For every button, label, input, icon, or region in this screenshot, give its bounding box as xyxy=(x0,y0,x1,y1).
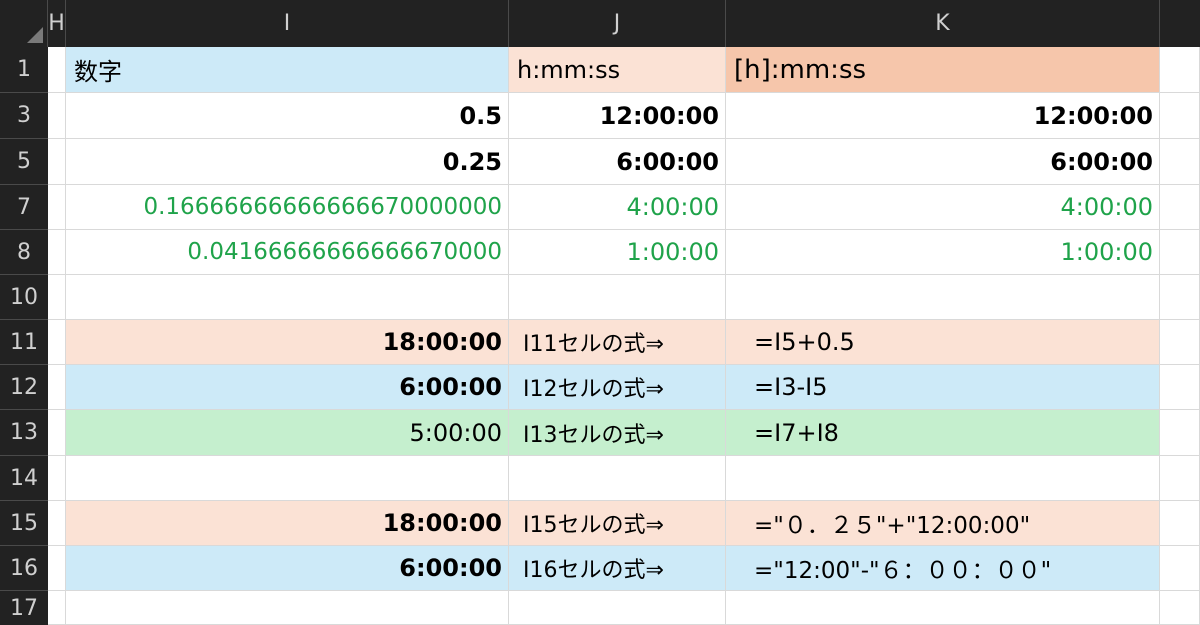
cell-j3[interactable]: 12:00:00 xyxy=(509,93,726,139)
table-row: 6:00:00 I12セルの式⇒ =I3-I5 xyxy=(48,365,1200,410)
cell-h10[interactable] xyxy=(48,275,66,320)
table-row: 6:00:00 I16セルの式⇒ ="12:00"-"６：００：００" xyxy=(48,546,1200,591)
cell-h17[interactable] xyxy=(48,591,66,625)
cell-l8[interactable] xyxy=(1160,230,1200,275)
row-header-12[interactable]: 12 xyxy=(0,365,48,410)
cell-k8[interactable]: 1:00:00 xyxy=(726,230,1160,275)
row-header-17[interactable]: 17 xyxy=(0,591,48,625)
row-header-11[interactable]: 11 xyxy=(0,320,48,365)
table-row: 数字 h:mm:ss [h]:mm:ss xyxy=(48,47,1200,93)
table-row: 18:00:00 I11セルの式⇒ =I5+0.5 xyxy=(48,320,1200,365)
table-row: 5:00:00 I13セルの式⇒ =I7+I8 xyxy=(48,410,1200,456)
cell-l14[interactable] xyxy=(1160,456,1200,501)
cell-l10[interactable] xyxy=(1160,275,1200,320)
select-all-triangle-icon xyxy=(27,27,43,43)
cell-k10[interactable] xyxy=(726,275,1160,320)
cell-l5[interactable] xyxy=(1160,139,1200,185)
table-row: 0.04166666666666670000 1:00:00 1:00:00 xyxy=(48,230,1200,275)
cell-k14[interactable] xyxy=(726,456,1160,501)
cell-k5[interactable]: 6:00:00 xyxy=(726,139,1160,185)
cell-k16[interactable]: ="12:00"-"６：００：００" xyxy=(726,546,1160,591)
cell-l1[interactable] xyxy=(1160,47,1200,93)
column-header-h[interactable]: H xyxy=(48,0,66,47)
cell-h3[interactable] xyxy=(48,93,66,139)
cell-l3[interactable] xyxy=(1160,93,1200,139)
cell-i11[interactable]: 18:00:00 xyxy=(66,320,509,365)
table-row xyxy=(48,275,1200,320)
table-row: 18:00:00 I15セルの式⇒ ="０．２５"+"12:00:00" xyxy=(48,501,1200,546)
table-row: 0.16666666666666670000000 4:00:00 4:00:0… xyxy=(48,185,1200,230)
cell-k7[interactable]: 4:00:00 xyxy=(726,185,1160,230)
select-all-corner[interactable] xyxy=(0,0,48,47)
cell-h7[interactable] xyxy=(48,185,66,230)
cell-i10[interactable] xyxy=(66,275,509,320)
cell-h15[interactable] xyxy=(48,501,66,546)
spreadsheet: H I J K 1 3 5 7 8 10 11 12 13 14 15 16 1… xyxy=(0,0,1200,625)
cell-i12[interactable]: 6:00:00 xyxy=(66,365,509,410)
cell-k17[interactable] xyxy=(726,591,1160,625)
row-header-8[interactable]: 8 xyxy=(0,230,48,275)
cell-i7[interactable]: 0.16666666666666670000000 xyxy=(66,185,509,230)
cell-i3[interactable]: 0.5 xyxy=(66,93,509,139)
table-row: 0.5 12:00:00 12:00:00 xyxy=(48,93,1200,139)
cell-k15[interactable]: ="０．２５"+"12:00:00" xyxy=(726,501,1160,546)
row-header-3[interactable]: 3 xyxy=(0,93,48,139)
cell-j11[interactable]: I11セルの式⇒ xyxy=(509,320,726,365)
row-header-1[interactable]: 1 xyxy=(0,47,48,93)
cell-h13[interactable] xyxy=(48,410,66,456)
cell-i5[interactable]: 0.25 xyxy=(66,139,509,185)
cell-i13[interactable]: 5:00:00 xyxy=(66,410,509,456)
cell-j16[interactable]: I16セルの式⇒ xyxy=(509,546,726,591)
cell-i14[interactable] xyxy=(66,456,509,501)
row-header-15[interactable]: 15 xyxy=(0,501,48,546)
cell-h11[interactable] xyxy=(48,320,66,365)
column-header-j[interactable]: J xyxy=(509,0,726,47)
cell-i1[interactable]: 数字 xyxy=(66,47,509,93)
cell-l13[interactable] xyxy=(1160,410,1200,456)
row-header-10[interactable]: 10 xyxy=(0,275,48,320)
cell-h5[interactable] xyxy=(48,139,66,185)
cell-i15[interactable]: 18:00:00 xyxy=(66,501,509,546)
cell-k11[interactable]: =I5+0.5 xyxy=(726,320,1160,365)
row-header-5[interactable]: 5 xyxy=(0,139,48,185)
table-row: 0.25 6:00:00 6:00:00 xyxy=(48,139,1200,185)
cell-j17[interactable] xyxy=(509,591,726,625)
cell-l17[interactable] xyxy=(1160,591,1200,625)
cell-l12[interactable] xyxy=(1160,365,1200,410)
cell-h14[interactable] xyxy=(48,456,66,501)
column-header-l[interactable] xyxy=(1160,0,1200,47)
cell-j12[interactable]: I12セルの式⇒ xyxy=(509,365,726,410)
cell-l7[interactable] xyxy=(1160,185,1200,230)
cell-l16[interactable] xyxy=(1160,546,1200,591)
row-header-13[interactable]: 13 xyxy=(0,410,48,456)
cell-h1[interactable] xyxy=(48,47,66,93)
cell-j5[interactable]: 6:00:00 xyxy=(509,139,726,185)
cell-j13[interactable]: I13セルの式⇒ xyxy=(509,410,726,456)
cell-l11[interactable] xyxy=(1160,320,1200,365)
cell-h8[interactable] xyxy=(48,230,66,275)
cell-k13[interactable]: =I7+I8 xyxy=(726,410,1160,456)
cell-k12[interactable]: =I3-I5 xyxy=(726,365,1160,410)
cell-k3[interactable]: 12:00:00 xyxy=(726,93,1160,139)
cell-j15[interactable]: I15セルの式⇒ xyxy=(509,501,726,546)
table-row xyxy=(48,591,1200,625)
cell-h16[interactable] xyxy=(48,546,66,591)
cell-i8[interactable]: 0.04166666666666670000 xyxy=(66,230,509,275)
cell-j7[interactable]: 4:00:00 xyxy=(509,185,726,230)
cell-l15[interactable] xyxy=(1160,501,1200,546)
cell-i17[interactable] xyxy=(66,591,509,625)
cell-h12[interactable] xyxy=(48,365,66,410)
cell-k1[interactable]: [h]:mm:ss xyxy=(726,47,1160,93)
column-header-i[interactable]: I xyxy=(66,0,509,47)
row-header-14[interactable]: 14 xyxy=(0,456,48,501)
cell-j10[interactable] xyxy=(509,275,726,320)
column-header-k[interactable]: K xyxy=(726,0,1160,47)
cell-j8[interactable]: 1:00:00 xyxy=(509,230,726,275)
cell-j1[interactable]: h:mm:ss xyxy=(509,47,726,93)
cell-i16[interactable]: 6:00:00 xyxy=(66,546,509,591)
row-header-16[interactable]: 16 xyxy=(0,546,48,591)
cell-j14[interactable] xyxy=(509,456,726,501)
table-row xyxy=(48,456,1200,501)
row-header-7[interactable]: 7 xyxy=(0,185,48,230)
